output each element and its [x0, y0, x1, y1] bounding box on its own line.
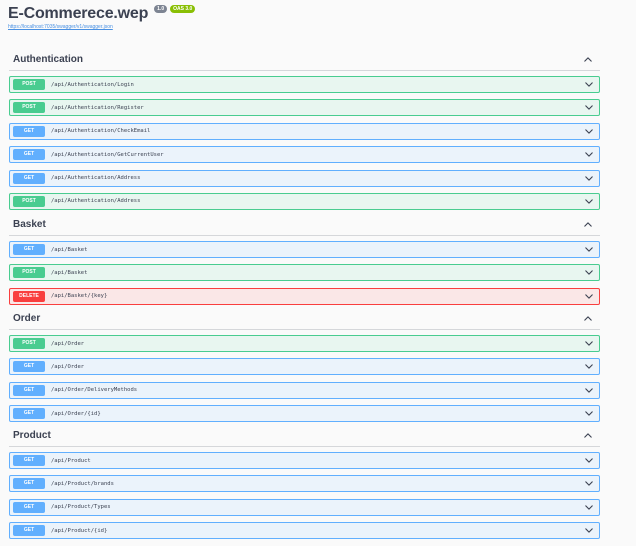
operation-path: /api/Product [51, 457, 91, 464]
operation-path: /api/Authentication/Address [51, 198, 141, 205]
section-header-order[interactable]: Order [9, 307, 600, 330]
chevron-down-icon[interactable] [579, 152, 599, 157]
operation-row[interactable]: GET /api/Authentication/CheckEmail [9, 122, 600, 140]
api-info-header: E-Commerece.wep 1.0 OAS 3.0 https://loca… [8, 5, 196, 30]
chevron-down-icon[interactable] [579, 505, 599, 510]
chevron-up-icon[interactable] [576, 221, 600, 227]
operation-row[interactable]: GET /api/Product/{id} [9, 522, 600, 540]
operation-path: /api/Order [51, 340, 85, 347]
spec-json-link[interactable]: https://localhost:7035/swagger/v1/swagge… [8, 24, 195, 30]
title-row: E-Commerece.wep 1.0 OAS 3.0 [8, 5, 196, 23]
chevron-down-icon[interactable] [579, 411, 599, 416]
operation-path: /api/Product/brands [51, 480, 114, 487]
chevron-down-icon[interactable] [579, 528, 599, 533]
method-badge: POST [13, 102, 45, 114]
method-badge: GET [13, 361, 45, 373]
chevron-up-icon[interactable] [576, 432, 600, 438]
operation-row[interactable]: GET /api/Order/DeliveryMethods [9, 381, 600, 399]
operation-row[interactable]: GET /api/Authentication/Address [9, 169, 600, 187]
section-header-authentication[interactable]: Authentication [9, 48, 600, 71]
app-title: E-Commerece.wep [8, 5, 149, 22]
method-badge: DELETE [13, 290, 45, 302]
operation-row[interactable]: GET /api/Product [9, 452, 600, 469]
chevron-down-icon[interactable] [579, 105, 599, 111]
operation-row[interactable]: GET /api/Order [9, 358, 600, 376]
operation-path: /api/Basket [51, 246, 88, 253]
chevron-down-icon[interactable] [579, 199, 599, 204]
oas-badge: OAS 3.0 [170, 5, 196, 13]
operation-path: /api/Basket [51, 269, 88, 276]
operation-path: /api/Product/Types [51, 504, 111, 511]
operation-path: /api/Order/{id} [51, 410, 101, 417]
operation-row[interactable]: GET /api/Product/brands [9, 475, 600, 493]
operation-path: /api/Basket/{key} [51, 293, 108, 300]
version-badge: 1.0 [154, 5, 168, 13]
operation-path: /api/Authentication/GetCurrentUser [51, 151, 164, 158]
operation-row[interactable]: GET /api/Authentication/GetCurrentUser [9, 146, 600, 164]
section-title: Authentication [13, 53, 83, 65]
section-authentication: Authentication POST /api/Authentication/… [9, 48, 600, 216]
chevron-down-icon[interactable] [579, 294, 599, 299]
chevron-down-icon[interactable] [579, 270, 599, 276]
section-header-product[interactable]: Product [9, 424, 600, 447]
operation-path: /api/Order [51, 363, 85, 370]
chevron-down-icon[interactable] [579, 364, 599, 370]
method-badge: GET [13, 172, 45, 184]
operation-row[interactable]: POST /api/Authentication/Address [9, 192, 600, 210]
section-title: Order [13, 312, 41, 324]
operation-row[interactable]: DELETE /api/Basket/{key} [9, 287, 600, 305]
section-title: Basket [13, 218, 46, 230]
method-badge: GET [13, 408, 45, 420]
method-badge: GET [13, 125, 45, 137]
method-badge: GET [13, 149, 45, 161]
operation-row[interactable]: POST /api/Order [9, 335, 600, 352]
operation-path: /api/Authentication/CheckEmail [51, 128, 151, 135]
section-order: Order POST /api/Order GET /api/Order GET… [9, 307, 600, 429]
section-basket: Basket GET /api/Basket POST /api/Basket … [9, 213, 600, 311]
chevron-down-icon[interactable] [579, 341, 599, 346]
method-badge: GET [13, 501, 45, 513]
chevron-down-icon[interactable] [579, 175, 599, 181]
operation-row[interactable]: GET /api/Order/{id} [9, 405, 600, 423]
method-badge: POST [13, 267, 45, 279]
chevron-down-icon[interactable] [579, 458, 599, 463]
operation-path: /api/Product/{id} [51, 527, 108, 534]
method-badge: GET [13, 478, 45, 490]
chevron-down-icon[interactable] [579, 129, 599, 134]
chevron-up-icon[interactable] [576, 56, 600, 62]
method-badge: POST [13, 338, 45, 349]
method-badge: POST [13, 79, 45, 90]
operation-row[interactable]: GET /api/Basket [9, 241, 600, 258]
operation-path: /api/Authentication/Address [51, 175, 141, 182]
operation-path: /api/Authentication/Register [51, 104, 144, 111]
method-badge: GET [13, 525, 45, 537]
chevron-down-icon[interactable] [579, 247, 599, 252]
operation-path: /api/Authentication/Login [51, 81, 134, 88]
method-badge: GET [13, 244, 45, 255]
section-title: Product [13, 429, 51, 441]
operation-row[interactable]: POST /api/Authentication/Register [9, 99, 600, 117]
section-header-basket[interactable]: Basket [9, 213, 600, 236]
chevron-down-icon[interactable] [579, 481, 599, 487]
chevron-up-icon[interactable] [576, 315, 600, 321]
operation-path: /api/Order/DeliveryMethods [51, 387, 138, 394]
section-product: Product GET /api/Product GET /api/Produc… [9, 424, 600, 546]
method-badge: GET [13, 384, 45, 396]
operation-row[interactable]: POST /api/Basket [9, 264, 600, 282]
operation-row[interactable]: POST /api/Authentication/Login [9, 76, 600, 93]
method-badge: POST [13, 195, 45, 207]
chevron-down-icon[interactable] [579, 388, 599, 393]
method-badge: GET [13, 455, 45, 466]
chevron-down-icon[interactable] [579, 82, 599, 87]
operation-row[interactable]: GET /api/Product/Types [9, 498, 600, 516]
